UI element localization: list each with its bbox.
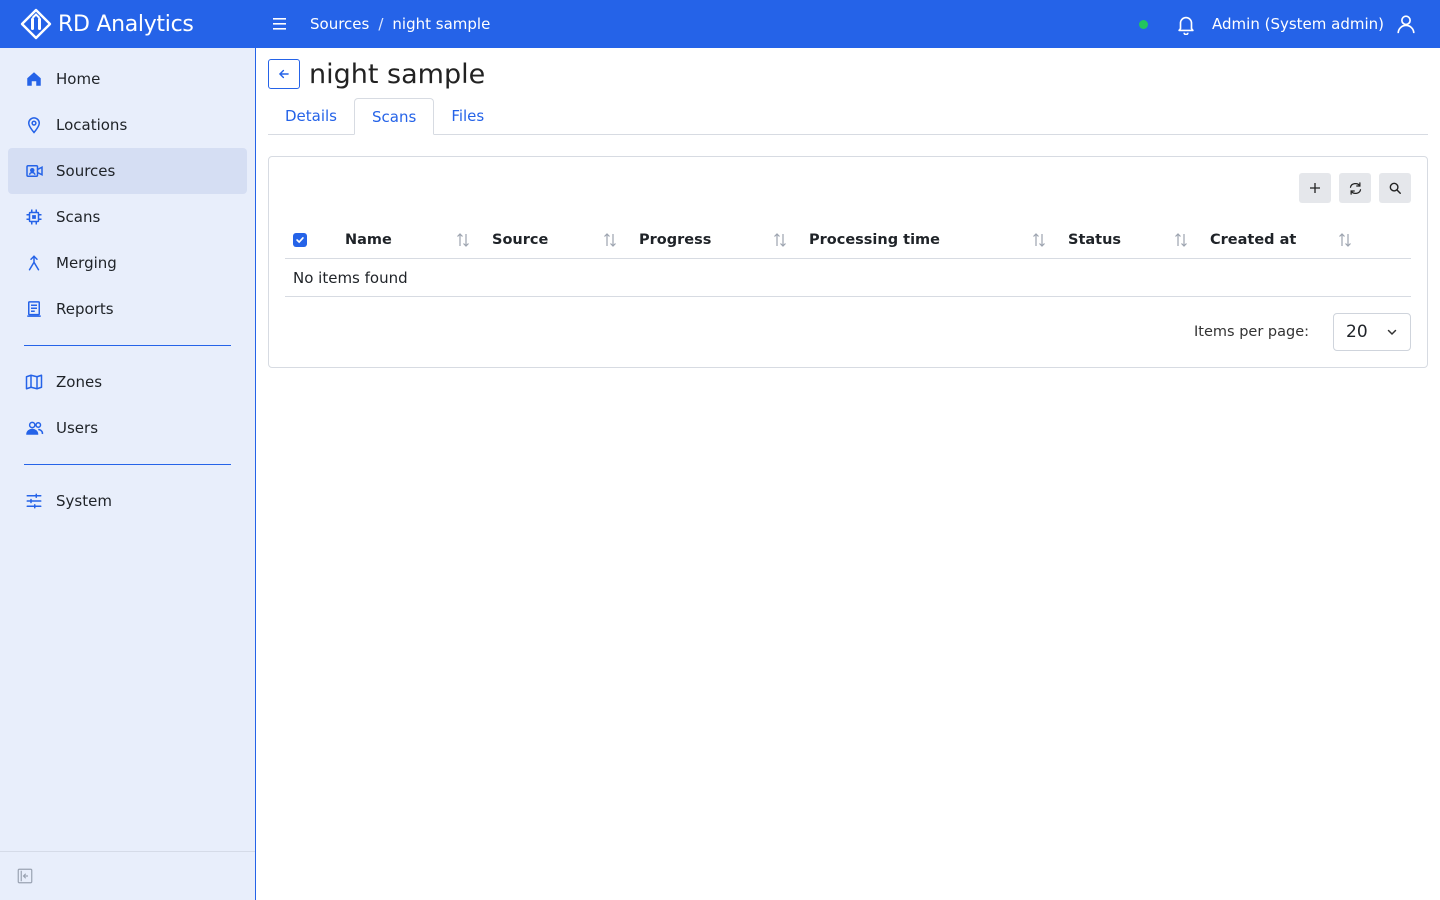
page-header: night sample [268, 48, 1428, 100]
top-bar: RD Analytics Sources / night sample Admi… [0, 0, 1440, 48]
sidebar-item-locations[interactable]: Locations [8, 102, 247, 148]
plus-icon [1310, 183, 1320, 193]
sidebar-item-label: Home [56, 70, 101, 88]
table-header: Name Source Progress Processing time Sta… [285, 221, 1411, 259]
user-icon [1397, 15, 1415, 34]
user-name[interactable]: Admin (System admin) [1212, 15, 1384, 33]
empty-state-row: No items found [285, 259, 1411, 297]
map-icon [24, 372, 44, 392]
sidebar-nav: Home Locations Sources Scans Merging Rep… [0, 48, 255, 524]
sliders-icon [24, 491, 44, 511]
sidebar-item-label: Reports [56, 300, 114, 318]
arrow-left-icon [278, 69, 289, 79]
scans-table: Name Source Progress Processing time Sta… [285, 221, 1411, 367]
tab-bar: Details Scans Files [268, 98, 1428, 135]
refresh-icon [1349, 181, 1361, 195]
sort-icon[interactable] [454, 231, 472, 249]
sidebar-item-zones[interactable]: Zones [8, 359, 247, 405]
column-header-source[interactable]: Source [482, 221, 629, 258]
sidebar-item-system[interactable]: System [8, 478, 247, 524]
add-button[interactable] [1299, 173, 1331, 203]
sidebar-item-reports[interactable]: Reports [8, 286, 247, 332]
sidebar-item-label: Sources [56, 162, 116, 180]
breadcrumb-item-current: night sample [392, 15, 491, 33]
column-header-created-at[interactable]: Created at [1200, 221, 1392, 258]
tab-scans[interactable]: Scans [354, 98, 435, 135]
chip-icon [24, 207, 44, 227]
connection-status-indicator [1139, 19, 1149, 29]
sidebar-item-label: Locations [56, 116, 128, 134]
page-title: night sample [309, 58, 486, 90]
sidebar-item-label: Merging [56, 254, 117, 272]
search-icon [1389, 182, 1401, 194]
user-menu-button[interactable] [1394, 12, 1418, 36]
tab-details[interactable]: Details [268, 98, 354, 134]
back-button[interactable] [268, 59, 300, 89]
sidebar-item-users[interactable]: Users [8, 405, 247, 451]
column-header-name[interactable]: Name [345, 221, 482, 258]
collapse-sidebar-button[interactable] [14, 865, 36, 887]
sidebar-item-merging[interactable]: Merging [8, 240, 247, 286]
sort-icon[interactable] [1336, 231, 1354, 249]
refresh-button[interactable] [1339, 173, 1371, 203]
hamburger-icon [273, 18, 286, 30]
sidebar-item-label: Users [56, 419, 99, 437]
sort-icon[interactable] [1030, 231, 1048, 249]
column-header-status[interactable]: Status [1058, 221, 1200, 258]
scans-card: Name Source Progress Processing time Sta… [268, 156, 1428, 368]
sidebar-item-sources[interactable]: Sources [8, 148, 247, 194]
items-per-page-label: Items per page: [1194, 324, 1309, 340]
sidebar-item-home[interactable]: Home [8, 56, 247, 102]
sidebar-item-label: Scans [56, 208, 101, 226]
breadcrumb: Sources / night sample [310, 15, 490, 33]
sort-icon[interactable] [1172, 231, 1190, 249]
sidebar-item-label: System [56, 492, 112, 510]
breadcrumb-separator: / [378, 15, 384, 33]
column-header-processing-time[interactable]: Processing time [799, 221, 1058, 258]
camera-icon [24, 161, 44, 181]
brand-name: RD Analytics [58, 11, 194, 37]
brand[interactable]: RD Analytics [0, 8, 256, 40]
chevron-down-icon [1387, 329, 1397, 336]
logo-icon [20, 8, 52, 40]
breadcrumb-item-sources[interactable]: Sources [310, 15, 369, 33]
sidebar: Home Locations Sources Scans Merging Rep… [0, 48, 256, 900]
items-per-page-value: 20 [1346, 322, 1368, 342]
items-per-page-select[interactable]: 20 [1333, 313, 1411, 351]
sidebar-item-scans[interactable]: Scans [8, 194, 247, 240]
search-button[interactable] [1379, 173, 1411, 203]
location-pin-icon [24, 115, 44, 135]
home-icon [24, 69, 44, 89]
table-toolbar [1291, 173, 1411, 203]
tab-files[interactable]: Files [434, 98, 501, 134]
sidebar-divider [24, 464, 231, 465]
check-icon [296, 236, 304, 243]
pagination: Items per page: 20 [285, 297, 1411, 367]
sidebar-item-label: Zones [56, 373, 103, 391]
merge-icon [24, 253, 44, 273]
sidebar-divider [24, 345, 231, 346]
column-header-progress[interactable]: Progress [629, 221, 799, 258]
bell-icon [1178, 16, 1194, 35]
select-all-checkbox[interactable] [293, 232, 307, 247]
sidebar-footer [0, 851, 255, 900]
sort-icon[interactable] [771, 231, 789, 249]
collapse-icon [17, 868, 33, 884]
report-icon [24, 299, 44, 319]
menu-toggle-button[interactable] [264, 8, 296, 40]
sort-icon[interactable] [601, 231, 619, 249]
select-all-cell [285, 232, 345, 247]
notifications-button[interactable] [1174, 12, 1198, 36]
users-icon [24, 418, 44, 438]
main-content: night sample Details Scans Files Name So… [268, 48, 1428, 368]
